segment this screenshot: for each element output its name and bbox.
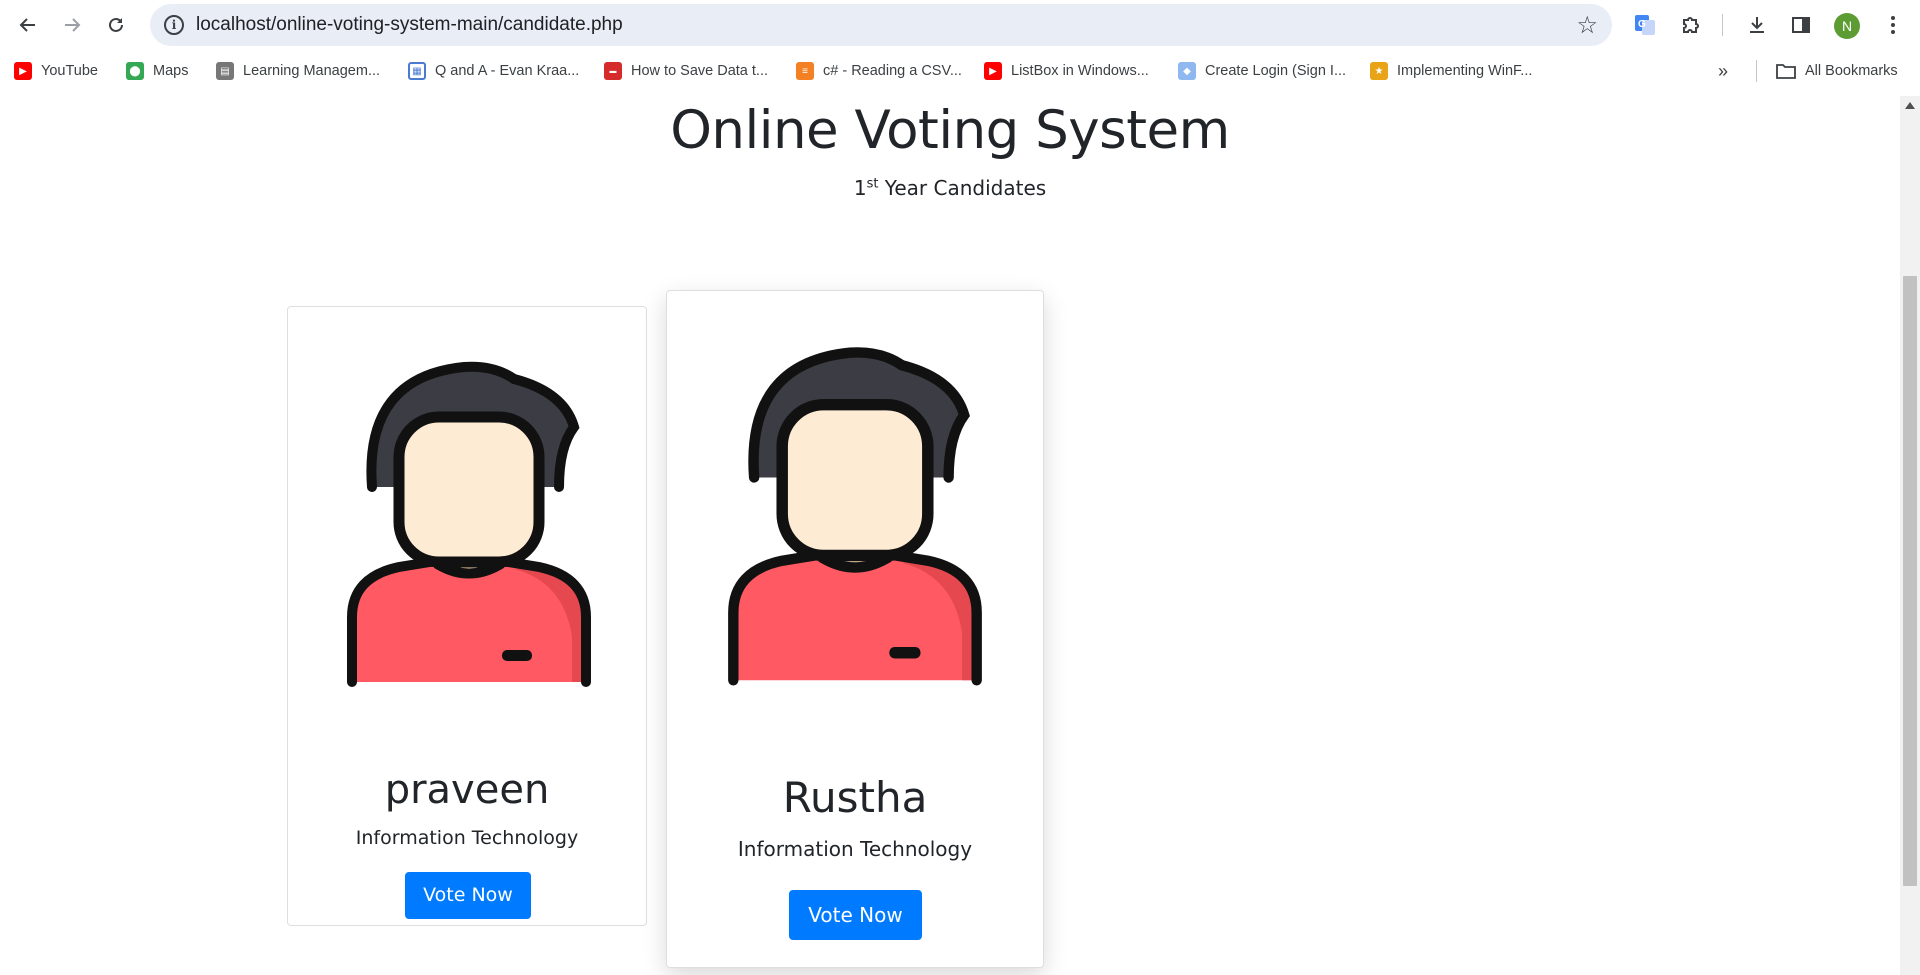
google-translate-icon[interactable]: G — [1630, 10, 1660, 40]
youtube-icon: ▶ — [984, 62, 1002, 80]
scrollbar-thumb[interactable] — [1903, 276, 1917, 886]
site-icon: ▤ — [216, 62, 234, 80]
arrow-left-icon — [19, 18, 35, 32]
bookmark-implementing-winf[interactable]: ★ Implementing WinF... — [1370, 56, 1532, 86]
star-icon[interactable]: ☆ — [1576, 12, 1598, 38]
reload-button[interactable] — [100, 10, 132, 40]
candidate-department: Information Technology — [355, 827, 579, 849]
bookmark-label: Create Login (Sign I... — [1205, 63, 1347, 79]
bookmark-label: Maps — [153, 63, 189, 79]
all-bookmarks-label: All Bookmarks — [1805, 63, 1898, 79]
all-bookmarks-button[interactable]: All Bookmarks — [1776, 56, 1898, 86]
toolbar-divider — [1722, 14, 1723, 36]
bookmark-label: YouTube — [41, 63, 98, 79]
download-icon[interactable] — [1742, 10, 1772, 40]
bookmark-label: ListBox in Windows... — [1011, 63, 1149, 79]
candidate-name: praveen — [384, 767, 550, 813]
bookmarks-overflow-button[interactable]: » — [1718, 56, 1728, 86]
bookmark-listbox-windows[interactable]: ▶ ListBox in Windows... — [984, 56, 1149, 86]
double-chevron-icon: » — [1718, 60, 1729, 81]
site-icon: ▬ — [604, 62, 622, 80]
side-panel-icon[interactable] — [1786, 10, 1816, 40]
site-icon: ★ — [1370, 62, 1388, 80]
bookmark-label: Q and A - Evan Kraa... — [435, 63, 580, 79]
maps-icon: ⬤ — [126, 62, 144, 80]
page-scrollbar[interactable] — [1900, 96, 1920, 975]
forward-button[interactable] — [56, 10, 88, 40]
candidate-avatar-icon — [728, 347, 982, 686]
table-icon: ▦ — [408, 62, 426, 80]
candidate-avatar-icon — [347, 361, 591, 687]
bookmark-label: c# - Reading a CSV... — [823, 63, 962, 79]
bookmark-how-to-save-data[interactable]: ▬ How to Save Data t... — [604, 56, 768, 86]
info-icon[interactable]: i — [164, 15, 184, 35]
bookmark-create-login[interactable]: ◆ Create Login (Sign I... — [1178, 56, 1346, 86]
bookmarks-bar: ▶ YouTube ⬤ Maps ▤ Learning Managem... ▦… — [0, 56, 1920, 86]
bookmarks-divider — [1756, 60, 1757, 82]
page-subtitle: 1st Year Candidates — [0, 176, 1900, 200]
page-viewport: Online Voting System 1st Year Candidates… — [0, 96, 1900, 975]
stackoverflow-icon: ≡ — [796, 62, 814, 80]
back-button[interactable] — [12, 10, 44, 40]
candidate-card: Rustha Information Technology Vote Now — [666, 290, 1044, 968]
arrow-right-icon — [65, 18, 81, 32]
reload-icon — [109, 17, 123, 32]
bookmark-maps[interactable]: ⬤ Maps — [126, 56, 188, 86]
bookmark-reading-csv[interactable]: ≡ c# - Reading a CSV... — [796, 56, 962, 86]
subtitle-ordinal: 1 — [853, 176, 867, 200]
folder-icon — [1776, 64, 1796, 79]
candidate-name: Rustha — [782, 773, 928, 822]
profile-avatar[interactable]: N — [1834, 13, 1860, 39]
bookmark-label: Implementing WinF... — [1397, 63, 1533, 79]
candidate-card: praveen Information Technology Vote Now — [287, 306, 647, 926]
page-title: Online Voting System — [670, 100, 1230, 161]
site-icon: ◆ — [1178, 62, 1196, 80]
bookmark-youtube[interactable]: ▶ YouTube — [14, 56, 98, 86]
address-bar[interactable]: i localhost/online-voting-system-main/ca… — [150, 4, 1612, 46]
bookmark-label: Learning Managem... — [243, 63, 381, 79]
bookmark-learning-management[interactable]: ▤ Learning Managem... — [216, 56, 380, 86]
scroll-up-arrow-icon[interactable] — [1905, 102, 1915, 109]
browser-toolbar: i localhost/online-voting-system-main/ca… — [0, 0, 1920, 50]
vote-now-button[interactable]: Vote Now — [405, 872, 531, 919]
candidate-department: Information Technology — [737, 837, 973, 861]
subtitle-ordinal-suffix: st — [866, 176, 879, 192]
youtube-icon: ▶ — [14, 62, 32, 80]
subtitle-text: Year Candidates — [878, 176, 1047, 200]
svg-text:G: G — [1638, 19, 1646, 30]
bookmark-label: How to Save Data t... — [631, 63, 769, 79]
vote-now-button[interactable]: Vote Now — [789, 890, 922, 940]
puzzle-icon[interactable] — [1676, 10, 1706, 40]
kebab-menu-icon[interactable] — [1878, 10, 1908, 40]
url-text[interactable]: localhost/online-voting-system-main/cand… — [196, 4, 623, 46]
bookmark-q-and-a[interactable]: ▦ Q and A - Evan Kraa... — [408, 56, 579, 86]
